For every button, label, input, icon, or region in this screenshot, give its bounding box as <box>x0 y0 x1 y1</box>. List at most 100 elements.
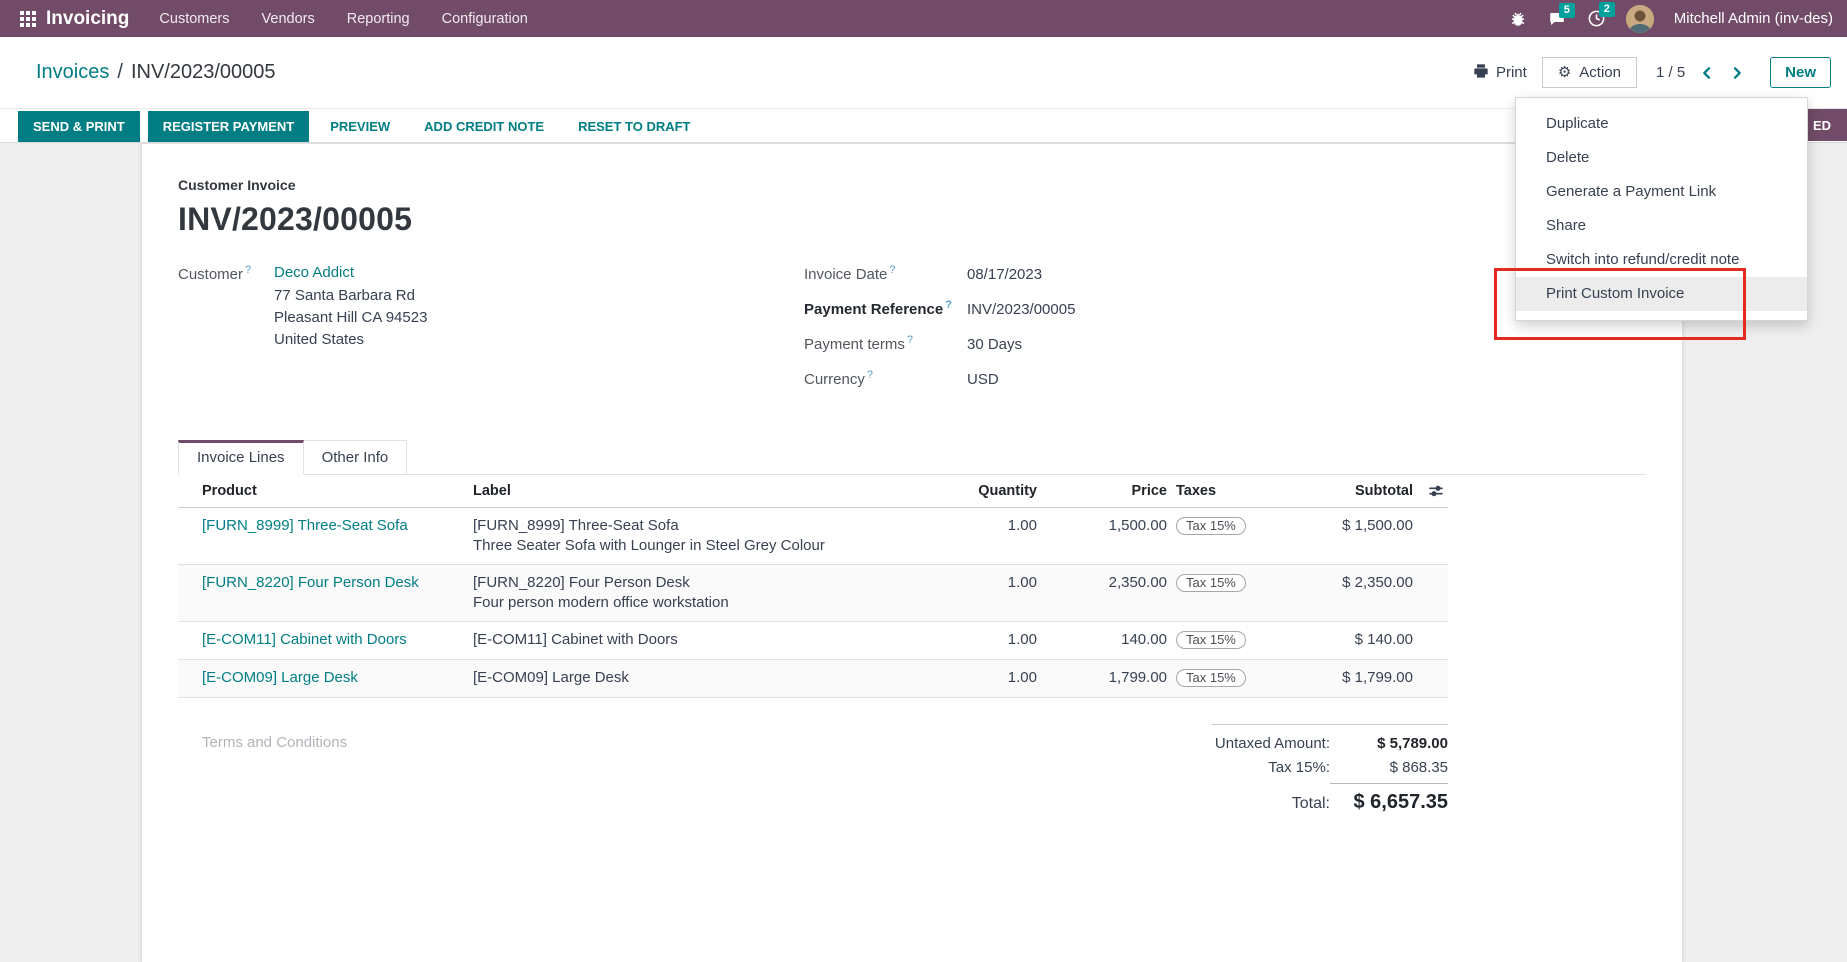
print-button[interactable]: Print <box>1473 63 1527 83</box>
line-subtotal: $ 1,500.00 <box>1287 517 1413 534</box>
table-header-row: Product Label Quantity Price Taxes Subto… <box>178 475 1448 508</box>
add-credit-note-button[interactable]: ADD CREDIT NOTE <box>411 111 557 142</box>
currency-label: Currency? <box>804 369 967 388</box>
header-product[interactable]: Product <box>178 483 473 499</box>
debug-bug-icon[interactable] <box>1509 10 1527 28</box>
line-subtotal: $ 1,799.00 <box>1287 669 1413 686</box>
messages-count-badge: 5 <box>1559 3 1575 18</box>
table-row[interactable]: [E-COM11] Cabinet with Doors [E-COM11] C… <box>178 622 1448 660</box>
breadcrumb-separator: / <box>117 61 123 84</box>
user-menu[interactable]: Mitchell Admin (inv-des) <box>1674 10 1833 27</box>
line-price: 1,799.00 <box>1037 669 1167 686</box>
status-badge: ED <box>1808 109 1847 141</box>
payment-terms-value[interactable]: 30 Days <box>967 336 1022 353</box>
line-description: Three Seater Sofa with Lounger in Steel … <box>473 537 970 554</box>
menu-item-share[interactable]: Share <box>1516 209 1807 243</box>
app-name[interactable]: Invoicing <box>46 8 129 30</box>
line-price: 2,350.00 <box>1037 574 1167 591</box>
address-line: 77 Santa Barbara Rd <box>274 285 427 307</box>
header-subtotal[interactable]: Subtotal <box>1287 483 1413 499</box>
register-payment-button[interactable]: REGISTER PAYMENT <box>148 111 309 142</box>
breadcrumb: Invoices / INV/2023/00005 <box>36 61 276 84</box>
action-dropdown-menu: Duplicate Delete Generate a Payment Link… <box>1515 97 1808 321</box>
menu-item-delete[interactable]: Delete <box>1516 141 1807 175</box>
customer-field-label: Customer? <box>178 264 274 404</box>
activities-count-badge: 2 <box>1599 2 1615 17</box>
tax-amount-value: $ 868.35 <box>1330 759 1448 776</box>
reset-to-draft-button[interactable]: RESET TO DRAFT <box>565 111 703 142</box>
untaxed-amount-value: $ 5,789.00 <box>1330 735 1448 752</box>
invoice-number-title: INV/2023/00005 <box>178 201 1646 238</box>
line-description: Four person modern office workstation <box>473 594 970 611</box>
menu-configuration[interactable]: Configuration <box>442 11 528 27</box>
tab-invoice-lines[interactable]: Invoice Lines <box>178 440 304 475</box>
header-price[interactable]: Price <box>1037 483 1167 499</box>
preview-button[interactable]: PREVIEW <box>317 111 403 142</box>
address-line: United States <box>274 329 427 351</box>
messages-icon[interactable]: 5 <box>1547 10 1567 28</box>
untaxed-amount-label: Untaxed Amount: <box>1215 735 1330 752</box>
line-subtotal: $ 2,350.00 <box>1287 574 1413 591</box>
invoice-date-label: Invoice Date? <box>804 264 967 283</box>
pager-previous-button[interactable] <box>1699 65 1715 81</box>
payment-reference-value[interactable]: INV/2023/00005 <box>967 301 1075 318</box>
optional-columns-icon[interactable] <box>1413 483 1448 499</box>
product-link[interactable]: [FURN_8999] Three-Seat Sofa <box>178 517 473 534</box>
line-price: 1,500.00 <box>1037 517 1167 534</box>
help-marker: ? <box>945 299 952 311</box>
tax-tag: Tax 15% <box>1176 669 1246 687</box>
product-link[interactable]: [E-COM09] Large Desk <box>178 669 473 686</box>
help-marker: ? <box>245 264 251 276</box>
line-quantity: 1.00 <box>970 574 1037 591</box>
customer-link[interactable]: Deco Addict <box>274 264 427 281</box>
new-button[interactable]: New <box>1770 57 1831 88</box>
tax-tag: Tax 15% <box>1176 631 1246 649</box>
menu-reporting[interactable]: Reporting <box>347 11 410 27</box>
table-row[interactable]: [FURN_8220] Four Person Desk [FURN_8220]… <box>178 565 1448 622</box>
table-row[interactable]: [FURN_8999] Three-Seat Sofa [FURN_8999] … <box>178 508 1448 565</box>
total-label: Total: <box>1292 795 1330 813</box>
menu-item-generate-payment-link[interactable]: Generate a Payment Link <box>1516 175 1807 209</box>
avatar[interactable] <box>1626 5 1654 33</box>
top-navbar: Invoicing Customers Vendors Reporting Co… <box>0 0 1847 37</box>
menu-vendors[interactable]: Vendors <box>262 11 315 27</box>
line-price: 140.00 <box>1037 631 1167 648</box>
invoice-sheet: Customer Invoice INV/2023/00005 Customer… <box>141 143 1683 962</box>
currency-value[interactable]: USD <box>967 371 999 388</box>
tab-other-info[interactable]: Other Info <box>304 440 408 475</box>
gear-icon: ⚙ <box>1558 65 1571 80</box>
totals-block: Untaxed Amount: $ 5,789.00 Tax 15%: $ 86… <box>1212 724 1448 821</box>
terms-placeholder[interactable]: Terms and Conditions <box>202 734 347 821</box>
menu-item-duplicate[interactable]: Duplicate <box>1516 107 1807 141</box>
line-label: [FURN_8999] Three-Seat Sofa <box>473 517 970 534</box>
menu-customers[interactable]: Customers <box>159 11 229 27</box>
header-taxes[interactable]: Taxes <box>1167 483 1287 499</box>
line-quantity: 1.00 <box>970 631 1037 648</box>
action-button[interactable]: ⚙ Action <box>1542 57 1637 88</box>
total-value: $ 6,657.35 <box>1330 783 1448 814</box>
customer-address: 77 Santa Barbara Rd Pleasant Hill CA 945… <box>274 285 427 351</box>
menu-item-print-custom-invoice[interactable]: Print Custom Invoice <box>1516 277 1807 311</box>
header-quantity[interactable]: Quantity <box>970 483 1037 499</box>
menu-item-switch-refund[interactable]: Switch into refund/credit note <box>1516 243 1807 277</box>
address-line: Pleasant Hill CA 94523 <box>274 307 427 329</box>
help-marker: ? <box>907 334 913 346</box>
help-marker: ? <box>889 264 895 276</box>
invoice-lines-table: Product Label Quantity Price Taxes Subto… <box>178 475 1448 698</box>
apps-grid-icon[interactable] <box>20 11 36 27</box>
tax-tag: Tax 15% <box>1176 517 1246 535</box>
product-link[interactable]: [E-COM11] Cabinet with Doors <box>178 631 473 648</box>
tax-amount-label: Tax 15%: <box>1268 759 1330 776</box>
notebook-tabs: Invoice Lines Other Info <box>178 440 1646 475</box>
tax-tag: Tax 15% <box>1176 574 1246 592</box>
activities-clock-icon[interactable]: 2 <box>1587 9 1606 28</box>
invoice-date-value[interactable]: 08/17/2023 <box>967 266 1042 283</box>
help-marker: ? <box>867 369 873 381</box>
table-row[interactable]: [E-COM09] Large Desk [E-COM09] Large Des… <box>178 660 1448 698</box>
product-link[interactable]: [FURN_8220] Four Person Desk <box>178 574 473 591</box>
breadcrumb-invoices-link[interactable]: Invoices <box>36 61 109 84</box>
send-print-button[interactable]: SEND & PRINT <box>18 111 140 142</box>
pager-next-button[interactable] <box>1729 65 1745 81</box>
main-menus: Customers Vendors Reporting Configuratio… <box>159 11 527 27</box>
header-label[interactable]: Label <box>473 483 970 499</box>
